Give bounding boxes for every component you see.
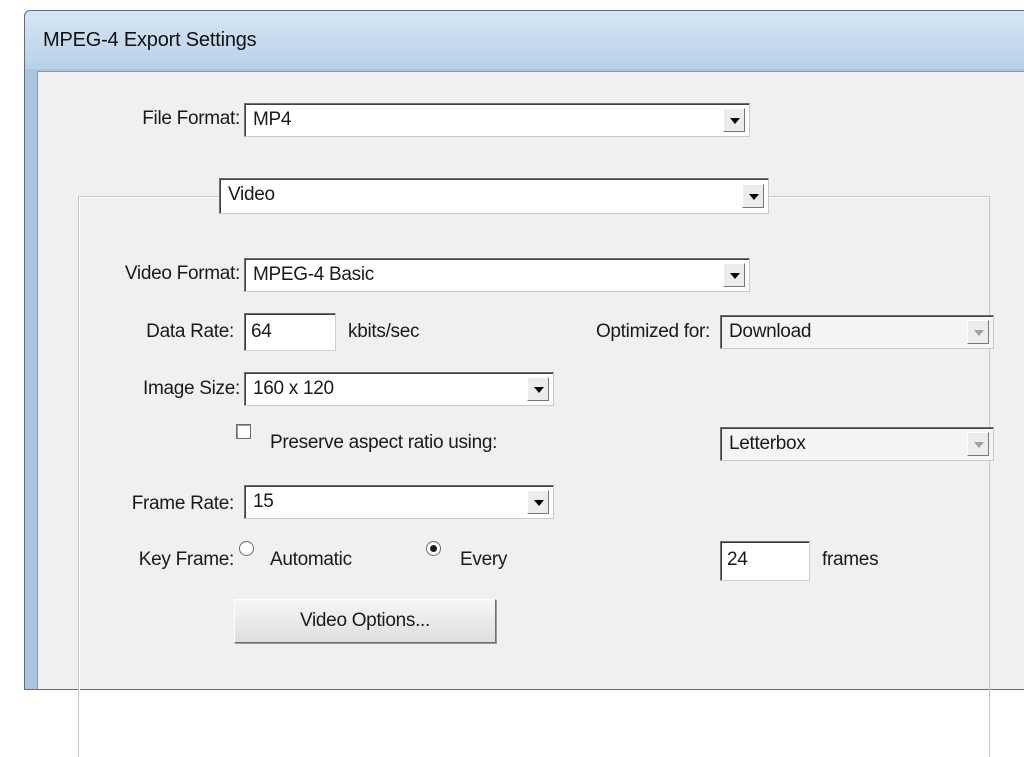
key-frame-every-label: Every [460,549,508,570]
window-title: MPEG-4 Export Settings [43,29,257,51]
data-rate-label: Data Rate: [146,321,234,342]
chevron-down-icon[interactable] [967,432,989,456]
video-format-select[interactable]: MPEG-4 Basic [244,258,750,292]
optimized-for-label: Optimized for: [595,321,710,342]
image-size-label: Image Size: [142,378,240,399]
frame-rate-label: Frame Rate: [131,493,235,514]
video-format-label: Video Format: [124,263,240,284]
frame-rate-value: 15 [253,491,274,512]
key-frame-automatic-label: Automatic [270,549,352,570]
file-format-value: MP4 [253,109,292,130]
chevron-down-icon[interactable] [723,108,745,132]
chevron-down-icon[interactable] [527,490,549,514]
data-rate-input[interactable]: 64 [244,313,336,351]
preserve-aspect-checkbox[interactable] [236,424,251,439]
export-settings-window: MPEG-4 Export Settings File Format: MP4 … [24,10,1024,757]
key-frame-interval-value: 24 [727,549,748,570]
chevron-down-icon[interactable] [742,184,764,208]
optimized-for-value: Download [729,321,812,342]
video-format-value: MPEG-4 Basic [253,264,374,285]
chevron-down-icon[interactable] [967,320,989,344]
dialog-body: File Format: MP4 Video Video Format: MPE… [37,71,1024,757]
key-frame-unit: frames [822,549,879,570]
chevron-down-icon[interactable] [527,377,549,401]
chevron-down-icon[interactable] [723,263,745,287]
section-select[interactable]: Video [219,178,769,214]
image-size-select[interactable]: 160 x 120 [244,372,554,406]
aspect-mode-value: Letterbox [729,433,806,454]
section-value: Video [228,184,275,205]
preserve-aspect-label: Preserve aspect ratio using: [270,432,498,453]
key-frame-every-radio[interactable] [426,541,441,556]
data-rate-unit: kbits/sec [348,321,420,342]
key-frame-interval-input[interactable]: 24 [720,541,810,581]
key-frame-label: Key Frame: [138,549,235,570]
video-options-button[interactable]: Video Options... [234,599,496,643]
image-size-value: 160 x 120 [253,378,334,399]
data-rate-value: 64 [251,321,272,342]
file-format-label: File Format: [142,108,240,129]
optimized-for-select[interactable]: Download [720,315,994,349]
aspect-mode-select[interactable]: Letterbox [720,427,994,461]
title-bar[interactable]: MPEG-4 Export Settings [25,11,1024,69]
file-format-select[interactable]: MP4 [244,103,750,137]
frame-rate-select[interactable]: 15 [244,485,554,519]
key-frame-automatic-radio[interactable] [239,541,254,556]
